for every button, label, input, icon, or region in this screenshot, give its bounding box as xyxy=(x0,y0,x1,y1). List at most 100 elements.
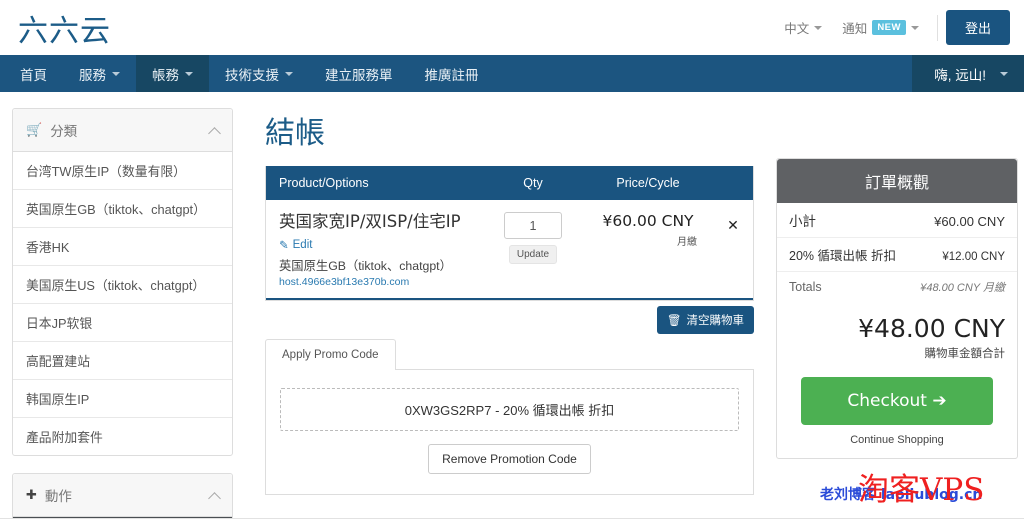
column-header-price: Price/Cycle xyxy=(616,176,680,190)
nav-item-support[interactable]: 技術支援 xyxy=(209,55,309,92)
chevron-down-icon xyxy=(910,25,919,30)
main-content: 結帳 Product/Options Qty Price/Cycle 英国家宽I… xyxy=(243,102,1024,495)
nav-label: 帳務 xyxy=(152,67,179,83)
sidebar-item-kr[interactable]: 韩国原生IP xyxy=(13,380,232,418)
summary-label: 小計 xyxy=(789,214,816,229)
sidebar-categories-header[interactable]: 🛒 分類 xyxy=(13,109,232,152)
sidebar-panel-categories: 🛒 分類 台湾TW原生IP（数量有限） 英国原生GB（tiktok、chatgp… xyxy=(12,108,233,456)
notifications-label: 通知 xyxy=(842,22,868,36)
cart-item-qty-cell: Update xyxy=(483,212,583,288)
chevron-down-icon xyxy=(1000,71,1008,76)
clear-cart-row: 🗑 清空購物車 xyxy=(265,301,754,334)
nav-item-services[interactable]: 服務 xyxy=(63,55,136,92)
nav-user-label: 嗨, 远山! xyxy=(934,67,986,83)
sidebar-item-jp[interactable]: 日本JP软银 xyxy=(13,304,232,342)
summary-row-totals: Totals ¥48.00 CNY 月繳 xyxy=(777,272,1017,302)
cart-column: 結帳 Product/Options Qty Price/Cycle 英国家宽I… xyxy=(265,102,754,495)
quantity-input[interactable] xyxy=(504,212,562,239)
cart-item-price-cell: ¥60.00 CNY 月繳 xyxy=(583,212,713,288)
cart-table-header: Product/Options Qty Price/Cycle xyxy=(266,166,753,200)
main-navigation: 首頁 服務 帳務 技術支援 建立服務單 推廣註冊 嗨, 远山! xyxy=(0,55,1024,92)
continue-shopping-link[interactable]: Continue Shopping xyxy=(777,425,1017,458)
nav-label: 服務 xyxy=(79,67,106,83)
tab-apply-promo-code[interactable]: Apply Promo Code xyxy=(265,338,396,370)
sidebar-panel-actions: ✚ 動作 查看購物車 🛒 xyxy=(12,473,233,519)
header-divider xyxy=(936,14,938,41)
site-header: 六六云 中文 通知 NEW 登出 xyxy=(0,0,1024,55)
nav-label: 首頁 xyxy=(20,67,47,83)
sidebar-item-gb[interactable]: 英国原生GB（tiktok、chatgpt） xyxy=(13,190,232,228)
summary-label: Totals xyxy=(789,280,822,294)
cart-item-price: ¥60.00 CNY xyxy=(602,212,694,230)
checkout-button[interactable]: Checkout ➔ xyxy=(801,377,993,425)
logout-button[interactable]: 登出 xyxy=(945,10,1010,45)
sidebar-item-addons[interactable]: 產品附加套件 xyxy=(13,418,232,455)
trash-icon: 🗑 xyxy=(666,314,682,327)
chevron-up-icon[interactable] xyxy=(208,126,221,140)
nav-label: 建立服務單 xyxy=(325,67,393,83)
cart-icon: 🛒 xyxy=(26,122,43,137)
column-header-remove xyxy=(713,176,753,190)
nav-user-menu[interactable]: 嗨, 远山! xyxy=(912,55,1024,92)
edit-item-link[interactable]: ✎ Edit xyxy=(279,238,483,252)
chevron-up-icon[interactable] xyxy=(208,491,221,505)
watermark: 老刘博客 laoliublog.cn 淘客VPS xyxy=(792,464,1012,510)
nav-item-home[interactable]: 首頁 xyxy=(0,55,63,92)
update-quantity-button[interactable]: Update xyxy=(508,245,558,264)
sidebar-item-hk[interactable]: 香港HK xyxy=(13,228,232,266)
nav-label: 推廣註冊 xyxy=(424,67,479,83)
nav-label: 技術支援 xyxy=(225,67,279,83)
summary-value: ¥12.00 CNY xyxy=(942,251,1005,263)
cart-item-details: 英国家宽IP/双ISP/住宅IP ✎ Edit 英国原生GB（tiktok、ch… xyxy=(266,212,483,288)
site-logo[interactable]: 六六云 xyxy=(14,6,111,50)
column-header-product: Product/Options xyxy=(279,176,369,190)
chevron-down-icon xyxy=(112,71,120,76)
cart-item-remove-cell: ✕ xyxy=(713,212,753,288)
page-body: 🛒 分類 台湾TW原生IP（数量有限） 英国原生GB（tiktok、chatgp… xyxy=(0,92,1024,519)
promo-tabs: Apply Promo Code xyxy=(265,338,754,370)
cart-item-cycle: 月繳 xyxy=(677,237,697,248)
sidebar-actions-header[interactable]: ✚ 動作 xyxy=(13,474,232,517)
grand-total-amount: ¥48.00 CNY xyxy=(858,314,1005,343)
clear-cart-label: 清空購物車 xyxy=(686,314,745,327)
clear-cart-button[interactable]: 🗑 清空購物車 xyxy=(656,305,754,334)
chevron-down-icon xyxy=(814,25,823,30)
sidebar-item-tw[interactable]: 台湾TW原生IP（数量有限） xyxy=(13,152,232,190)
language-label: 中文 xyxy=(784,22,810,36)
promo-panel: 0XW3GS2RP7 - 20% 循環出帳 折扣 Remove Promotio… xyxy=(265,368,754,495)
chevron-down-icon xyxy=(285,71,293,76)
nav-item-affiliates[interactable]: 推廣註冊 xyxy=(409,55,495,92)
cart-item-name: 英国家宽IP/双ISP/住宅IP xyxy=(279,212,461,231)
sidebar: 🛒 分類 台湾TW原生IP（数量有限） 英国原生GB（tiktok、chatgp… xyxy=(0,102,243,519)
summary-value: ¥60.00 CNY xyxy=(934,214,1005,229)
close-icon[interactable]: ✕ xyxy=(713,212,753,234)
order-summary-panel: 訂單概觀 小計 ¥60.00 CNY 20% 循環出帳 折扣 ¥12.00 CN… xyxy=(776,158,1018,459)
header-actions: 中文 通知 NEW 登出 xyxy=(774,10,1010,45)
applied-promo-code: 0XW3GS2RP7 - 20% 循環出帳 折扣 xyxy=(280,387,739,431)
sidebar-item-us[interactable]: 美国原生US（tiktok、chatgpt） xyxy=(13,266,232,304)
order-summary-title: 訂單概觀 xyxy=(777,159,1017,203)
nav-item-open-ticket[interactable]: 建立服務單 xyxy=(309,55,409,92)
summary-value: ¥48.00 CNY 月繳 xyxy=(920,282,1005,294)
table-row: 英国家宽IP/双ISP/住宅IP ✎ Edit 英国原生GB（tiktok、ch… xyxy=(266,200,753,300)
cart-table: Product/Options Qty Price/Cycle 英国家宽IP/双… xyxy=(265,166,754,301)
notifications-new-badge: NEW xyxy=(872,20,906,35)
language-selector[interactable]: 中文 xyxy=(774,18,832,37)
column-header-qty: Qty xyxy=(523,176,543,190)
cart-item-option: 英国原生GB（tiktok、chatgpt） xyxy=(279,258,452,273)
sidebar-item-highspec[interactable]: 高配置建站 xyxy=(13,342,232,380)
grand-total-label: 購物車金額合計 xyxy=(924,348,1006,360)
remove-promotion-code-button[interactable]: Remove Promotion Code xyxy=(428,443,591,474)
edit-label: Edit xyxy=(292,238,313,251)
sidebar-actions-title: 動作 xyxy=(44,489,72,504)
summary-row-subtotal: 小計 ¥60.00 CNY xyxy=(777,203,1017,238)
page-title: 結帳 xyxy=(265,116,325,151)
summary-row-discount: 20% 循環出帳 折扣 ¥12.00 CNY xyxy=(777,238,1017,272)
notifications-menu[interactable]: 通知 NEW xyxy=(832,18,929,37)
sidebar-categories-title: 分類 xyxy=(50,124,78,139)
cart-item-domain[interactable]: host.4966e3bf13e370b.com xyxy=(279,276,483,288)
nav-item-billing[interactable]: 帳務 xyxy=(136,55,209,92)
summary-label: 20% 循環出帳 折扣 xyxy=(789,249,896,263)
promo-section: Apply Promo Code 0XW3GS2RP7 - 20% 循環出帳 折… xyxy=(265,338,754,495)
watermark-red-text: 淘客VPS xyxy=(858,472,985,508)
